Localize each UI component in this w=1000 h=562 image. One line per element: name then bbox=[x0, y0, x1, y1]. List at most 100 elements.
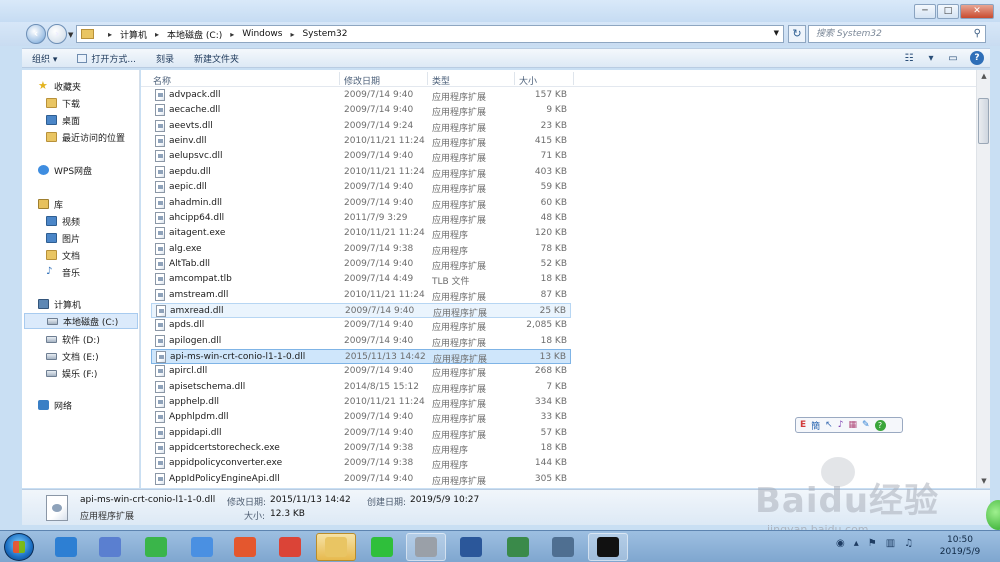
file-row[interactable]: ahcipp64.dll 2011/7/9 3:29 应用程序扩展 48 KB bbox=[151, 211, 571, 226]
recent-pages-dropdown[interactable]: ▼ bbox=[68, 31, 73, 39]
minimize-button[interactable]: ─ bbox=[914, 4, 936, 19]
column-divider[interactable] bbox=[573, 72, 574, 85]
back-button[interactable]: ‹ bbox=[26, 24, 46, 44]
view-mode-icon[interactable]: ☷ bbox=[898, 51, 920, 66]
help-icon[interactable]: ? bbox=[970, 51, 984, 65]
file-row[interactable]: amxread.dll 2009/7/14 9:40 应用程序扩展 25 KB bbox=[151, 302, 571, 319]
scroll-down-arrow-icon[interactable]: ▼ bbox=[977, 475, 991, 488]
breadcrumb-drive-c[interactable]: 本地磁盘 (C:) bbox=[167, 28, 222, 41]
column-header-size[interactable]: 大小 bbox=[519, 74, 537, 87]
file-row[interactable]: appidcertstorecheck.exe 2009/7/14 9:38 应用程… bbox=[151, 441, 571, 456]
file-row[interactable]: apisetschema.dll 2014/8/15 15:12 应用程序扩展 7 K… bbox=[151, 380, 571, 395]
burn-button[interactable]: 刻录 bbox=[146, 52, 184, 65]
app-grid-taskbar-button[interactable] bbox=[225, 533, 265, 561]
file-row[interactable]: aitagent.exe 2010/11/21 11:24 应用程序 120 KB bbox=[151, 226, 571, 241]
taskbar-clock[interactable]: 10:50 2019/5/9 bbox=[935, 534, 985, 558]
file-row[interactable]: ahadmin.dll 2009/7/14 9:40 应用程序扩展 60 KB bbox=[151, 196, 571, 211]
file-row[interactable]: aeinv.dll 2010/11/21 11:24 应用程序扩展 415 KB bbox=[151, 134, 571, 149]
open-with-button[interactable]: 打开方式... bbox=[67, 52, 146, 65]
chrome-taskbar-button[interactable] bbox=[270, 533, 310, 561]
file-row[interactable]: aelupsvc.dll 2009/7/14 9:40 应用程序扩展 71 KB bbox=[151, 149, 571, 164]
file-row[interactable]: alg.exe 2009/7/14 9:38 应用程序 78 KB bbox=[151, 242, 571, 257]
file-row[interactable]: aepic.dll 2009/7/14 9:40 应用程序扩展 59 KB bbox=[151, 180, 571, 195]
column-header-date[interactable]: 修改日期 bbox=[344, 74, 380, 87]
start-button[interactable] bbox=[4, 533, 34, 561]
ime-keyboard-icon[interactable]: ▦ bbox=[848, 420, 857, 430]
nav-drive-d[interactable]: 软件 (D:) bbox=[46, 331, 100, 347]
column-divider[interactable] bbox=[427, 72, 428, 85]
view-mode-dropdown-icon[interactable]: ▾ bbox=[920, 51, 942, 66]
file-row[interactable]: api-ms-win-crt-conio-l1-1-0.dll 2015/11/1… bbox=[151, 348, 571, 365]
file-row[interactable]: AltTab.dll 2009/7/14 9:40 应用程序扩展 52 KB bbox=[151, 257, 571, 272]
cmd-taskbar-button[interactable] bbox=[588, 533, 628, 561]
new-folder-button[interactable]: 新建文件夹 bbox=[184, 52, 249, 65]
breadcrumb-computer[interactable]: 计算机 bbox=[120, 28, 147, 41]
tray-flag-icon[interactable]: ⚑ bbox=[868, 538, 877, 549]
file-row[interactable]: amstream.dll 2010/11/21 11:24 应用程序扩展 87 KB bbox=[151, 288, 571, 303]
column-header-name[interactable]: 名称 bbox=[153, 74, 171, 87]
tray-volume-icon[interactable]: ♫ bbox=[904, 538, 913, 549]
monitor-taskbar-button[interactable] bbox=[498, 533, 538, 561]
nav-desktop[interactable]: 桌面 bbox=[46, 112, 80, 128]
nav-videos[interactable]: 视频 bbox=[46, 213, 80, 229]
file-row[interactable]: apilogen.dll 2009/7/14 9:40 应用程序扩展 18 KB bbox=[151, 334, 571, 349]
ie-taskbar-button[interactable] bbox=[46, 533, 86, 561]
ime-sound-icon[interactable]: ♪ bbox=[838, 420, 844, 430]
nav-computer[interactable]: 计算机 bbox=[38, 296, 81, 312]
file-row[interactable]: Apphlpdm.dll 2009/7/14 9:40 应用程序扩展 33 KB bbox=[151, 410, 571, 425]
ime-toolbar[interactable]: E 簡 ↖ ♪ ▦ ✎ ? bbox=[795, 417, 903, 433]
floating-ball-icon[interactable] bbox=[986, 500, 1000, 530]
nav-network[interactable]: 网络 bbox=[38, 397, 72, 413]
column-divider[interactable] bbox=[339, 72, 340, 85]
file-row[interactable]: aepdu.dll 2010/11/21 11:24 应用程序扩展 403 KB bbox=[151, 165, 571, 180]
tool-taskbar-button[interactable] bbox=[406, 533, 446, 561]
ime-settings-icon[interactable]: ✎ bbox=[862, 420, 870, 430]
ime-help-icon[interactable]: ? bbox=[874, 419, 886, 431]
scrollbar-thumb[interactable] bbox=[978, 98, 989, 144]
address-dropdown-icon[interactable]: ▼ bbox=[774, 29, 779, 37]
nav-drive-e[interactable]: 文档 (E:) bbox=[46, 348, 99, 364]
file-row[interactable]: apircl.dll 2009/7/14 9:40 应用程序扩展 268 KB bbox=[151, 364, 571, 379]
nav-drive-c[interactable]: 本地磁盘 (C:) bbox=[24, 313, 138, 329]
organize-button[interactable]: 组织 ▾ bbox=[22, 52, 67, 65]
file-row[interactable]: aeevts.dll 2009/7/14 9:24 应用程序扩展 23 KB bbox=[151, 119, 571, 134]
file-row[interactable]: AppIdPolicyEngineApi.dll 2009/7/14 9:40 应用… bbox=[151, 472, 571, 487]
ime-simplified-icon[interactable]: 簡 bbox=[811, 419, 820, 432]
search-icon[interactable]: ⚲ bbox=[974, 26, 981, 42]
nav-recent[interactable]: 最近访问的位置 bbox=[46, 129, 125, 145]
chevron-right-icon[interactable]: ▸ bbox=[108, 30, 112, 39]
breadcrumb-windows[interactable]: Windows bbox=[242, 29, 282, 39]
tray-network-icon[interactable]: ▥ bbox=[886, 538, 895, 549]
file-row[interactable]: appidapi.dll 2009/7/14 9:40 应用程序扩展 57 KB bbox=[151, 426, 571, 441]
feather-taskbar-button[interactable] bbox=[90, 533, 130, 561]
column-divider[interactable] bbox=[514, 72, 515, 85]
file-row[interactable]: apphelp.dll 2010/11/21 11:24 应用程序扩展 334 KB bbox=[151, 395, 571, 410]
tray-show-hidden-icon[interactable]: ▴ bbox=[854, 538, 859, 549]
address-bar[interactable]: ▸ 计算机 ▸ 本地磁盘 (C:) ▸ Windows ▸ System32 ▼ bbox=[76, 25, 784, 43]
explorer-taskbar-button[interactable] bbox=[316, 533, 356, 561]
nav-wps-cloud[interactable]: WPS网盘 bbox=[38, 162, 92, 178]
file-row[interactable]: amcompat.tlb 2009/7/14 4:49 TLB 文件 18 KB bbox=[151, 272, 571, 287]
file-row[interactable]: apds.dll 2009/7/14 9:40 应用程序扩展 2,085 KB bbox=[151, 318, 571, 333]
tray-lang-icon[interactable]: ◉ bbox=[836, 538, 845, 549]
chevron-right-icon[interactable]: ▸ bbox=[155, 30, 159, 39]
close-button[interactable]: ✕ bbox=[960, 4, 994, 19]
column-header-type[interactable]: 类型 bbox=[432, 74, 450, 87]
nav-drive-f[interactable]: 娱乐 (F:) bbox=[46, 365, 97, 381]
maximize-button[interactable]: □ bbox=[937, 4, 959, 19]
word-taskbar-button[interactable] bbox=[451, 533, 491, 561]
chevron-right-icon[interactable]: ▸ bbox=[230, 30, 234, 39]
360-taskbar-button[interactable] bbox=[136, 533, 176, 561]
nav-pictures[interactable]: 图片 bbox=[46, 230, 80, 246]
nav-favorites[interactable]: ★ 收藏夹 bbox=[38, 78, 81, 94]
chevron-right-icon[interactable]: ▸ bbox=[290, 30, 294, 39]
wechat-taskbar-button[interactable] bbox=[362, 533, 402, 561]
search-input[interactable]: 搜索 System32 ⚲ bbox=[808, 25, 986, 43]
preview-pane-icon[interactable]: ▭ bbox=[942, 51, 964, 66]
breadcrumb-system32[interactable]: System32 bbox=[302, 29, 347, 39]
scroll-up-arrow-icon[interactable]: ▲ bbox=[977, 70, 991, 83]
nav-downloads[interactable]: 下载 bbox=[46, 95, 80, 111]
refresh-button[interactable]: ↻ bbox=[788, 25, 806, 43]
ime-mode-icon[interactable]: E bbox=[800, 420, 806, 430]
nav-libraries[interactable]: 库 bbox=[38, 196, 63, 212]
